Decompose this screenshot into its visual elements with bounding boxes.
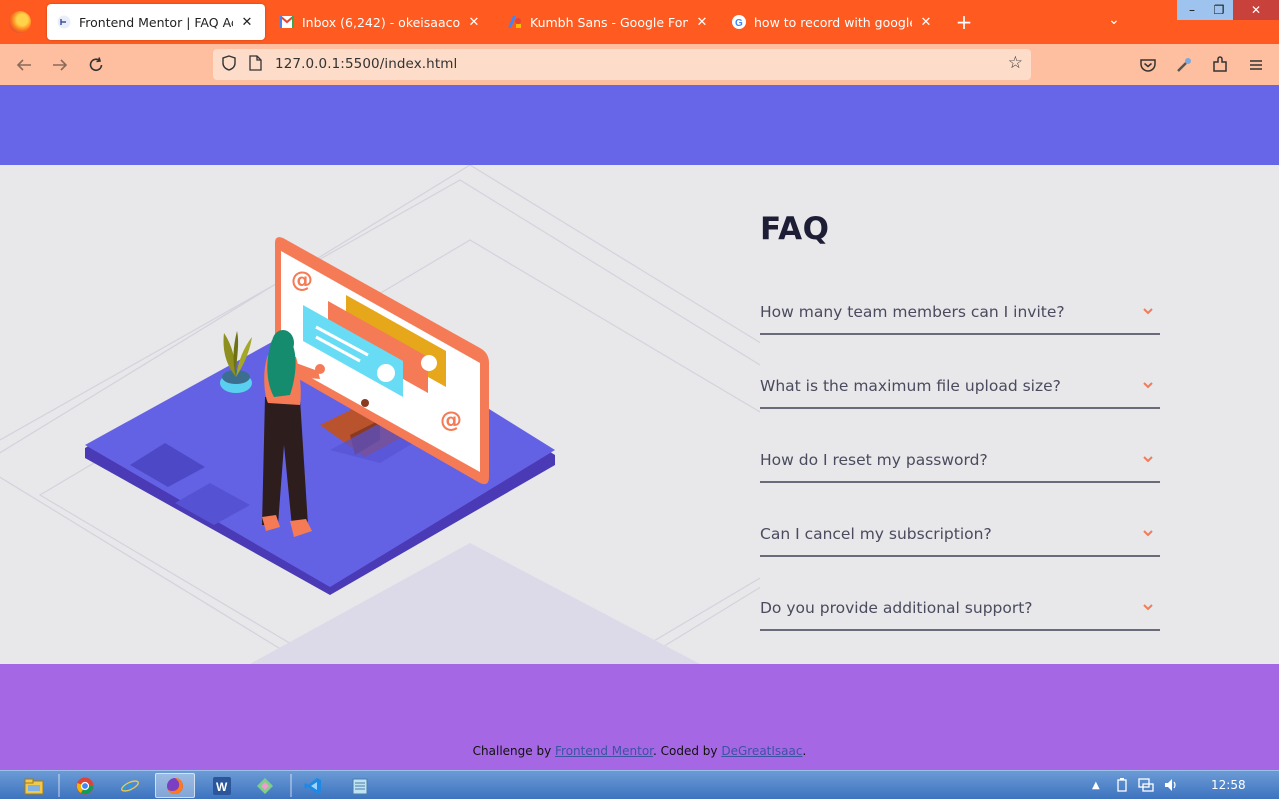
- attribution-prefix: Challenge by: [472, 744, 556, 758]
- network-icon[interactable]: [1138, 777, 1154, 797]
- faq-card: @ @ FAQ How many team members can I invi…: [0, 165, 1279, 664]
- page-header-band: [0, 85, 1279, 165]
- address-bar[interactable]: 127.0.0.1:5500/index.html ☆: [213, 49, 1031, 80]
- faq-divider: [760, 333, 1160, 335]
- minimize-window-button[interactable]: –: [1177, 0, 1207, 20]
- attribution-suffix: .: [802, 744, 807, 758]
- svg-text:@: @: [440, 408, 462, 433]
- url-text[interactable]: 127.0.0.1:5500/index.html: [275, 56, 457, 72]
- faq-item[interactable]: What is the maximum file upload size?: [760, 365, 1160, 439]
- browser-tab-bar: Frontend Mentor | FAQ Accordi ✕ Inbox (6…: [0, 0, 1279, 44]
- internet-explorer-icon[interactable]: e: [110, 773, 150, 798]
- eyedropper-icon[interactable]: [1172, 53, 1196, 77]
- notepad-icon[interactable]: [340, 773, 380, 798]
- tab-title: Frontend Mentor | FAQ Accordi: [79, 14, 233, 30]
- tab-title: Kumbh Sans - Google Fonts: [530, 14, 688, 30]
- tracking-protection-shield-icon[interactable]: [222, 55, 236, 75]
- taskbar-separator: [290, 774, 292, 797]
- restore-window-button[interactable]: ❐: [1204, 0, 1234, 20]
- faq-question[interactable]: What is the maximum file upload size?: [760, 377, 1061, 395]
- show-hidden-icons-icon[interactable]: ▲: [1092, 780, 1100, 791]
- forward-arrow-icon[interactable]: [48, 53, 72, 77]
- faq-item[interactable]: Can I cancel my subscription?: [760, 513, 1160, 587]
- page-info-icon[interactable]: [249, 55, 262, 75]
- frontend-mentor-icon: [57, 15, 71, 29]
- pocket-icon[interactable]: [1136, 53, 1160, 77]
- tab-frontend-mentor[interactable]: Frontend Mentor | FAQ Accordi ✕: [47, 4, 265, 40]
- chrome-icon[interactable]: [65, 773, 105, 798]
- google-icon: G: [732, 15, 746, 29]
- close-tab-icon[interactable]: ✕: [466, 15, 482, 30]
- list-all-tabs-icon[interactable]: ⌄: [1104, 12, 1124, 28]
- bookmark-star-icon[interactable]: ☆: [1008, 53, 1023, 73]
- taskbar-separator: [58, 774, 60, 797]
- svg-text:@: @: [291, 268, 313, 293]
- attribution: Challenge by Frontend Mentor. Coded by D…: [0, 744, 1279, 758]
- firefox-icon[interactable]: [155, 773, 195, 798]
- power-icon[interactable]: [1114, 777, 1130, 797]
- faq-list: How many team members can I invite? What…: [760, 291, 1160, 661]
- tab-gmail[interactable]: Inbox (6,242) - okeisaacoluwase ✕: [270, 4, 492, 40]
- new-tab-button[interactable]: +: [952, 10, 976, 34]
- menu-hamburger-icon[interactable]: [1244, 53, 1268, 77]
- word-icon[interactable]: W: [202, 773, 242, 798]
- author-link[interactable]: DeGreatIsaac: [721, 744, 802, 758]
- chevron-down-icon[interactable]: [1142, 601, 1154, 613]
- windows-taskbar: e W ▲ 12:58: [0, 770, 1279, 799]
- tab-google-search[interactable]: G how to record with google meet ✕: [722, 4, 944, 40]
- tab-title: Inbox (6,242) - okeisaacoluwase: [302, 14, 460, 30]
- faq-item[interactable]: How many team members can I invite?: [760, 291, 1160, 365]
- faq-divider: [760, 481, 1160, 483]
- tab-title: how to record with google meet: [754, 14, 912, 30]
- chevron-down-icon[interactable]: [1142, 305, 1154, 317]
- faq-title: FAQ: [760, 211, 830, 247]
- faq-question[interactable]: How many team members can I invite?: [760, 303, 1065, 321]
- back-arrow-icon[interactable]: [12, 53, 36, 77]
- reload-icon[interactable]: [84, 53, 108, 77]
- taskbar-clock[interactable]: 12:58: [1211, 778, 1246, 792]
- faq-illustration: @ @: [0, 165, 760, 664]
- attribution-middle: . Coded by: [653, 744, 722, 758]
- volume-icon[interactable]: [1163, 777, 1179, 797]
- close-window-button[interactable]: ✕: [1233, 0, 1279, 20]
- file-explorer-icon[interactable]: [14, 773, 54, 798]
- faq-question[interactable]: Do you provide additional support?: [760, 599, 1033, 617]
- faq-divider: [760, 407, 1160, 409]
- faq-question[interactable]: Can I cancel my subscription?: [760, 525, 992, 543]
- gmail-icon: [280, 15, 294, 29]
- svg-text:W: W: [216, 780, 228, 794]
- chevron-down-icon[interactable]: [1142, 453, 1154, 465]
- google-fonts-icon: [508, 15, 522, 29]
- tab-google-fonts[interactable]: Kumbh Sans - Google Fonts ✕: [498, 4, 720, 40]
- chevron-down-icon[interactable]: [1142, 527, 1154, 539]
- faq-divider: [760, 629, 1160, 631]
- app-icon[interactable]: [245, 773, 285, 798]
- faq-question[interactable]: How do I reset my password?: [760, 451, 988, 469]
- svg-text:G: G: [735, 18, 743, 29]
- frontend-mentor-link[interactable]: Frontend Mentor: [555, 744, 653, 758]
- faq-item[interactable]: Do you provide additional support?: [760, 587, 1160, 661]
- vscode-icon[interactable]: [293, 773, 333, 798]
- firefox-logo-icon[interactable]: [9, 11, 31, 33]
- close-tab-icon[interactable]: ✕: [239, 15, 255, 30]
- close-tab-icon[interactable]: ✕: [694, 15, 710, 30]
- faq-divider: [760, 555, 1160, 557]
- close-tab-icon[interactable]: ✕: [918, 15, 934, 30]
- extensions-icon[interactable]: [1208, 53, 1232, 77]
- chevron-down-icon[interactable]: [1142, 379, 1154, 391]
- faq-item[interactable]: How do I reset my password?: [760, 439, 1160, 513]
